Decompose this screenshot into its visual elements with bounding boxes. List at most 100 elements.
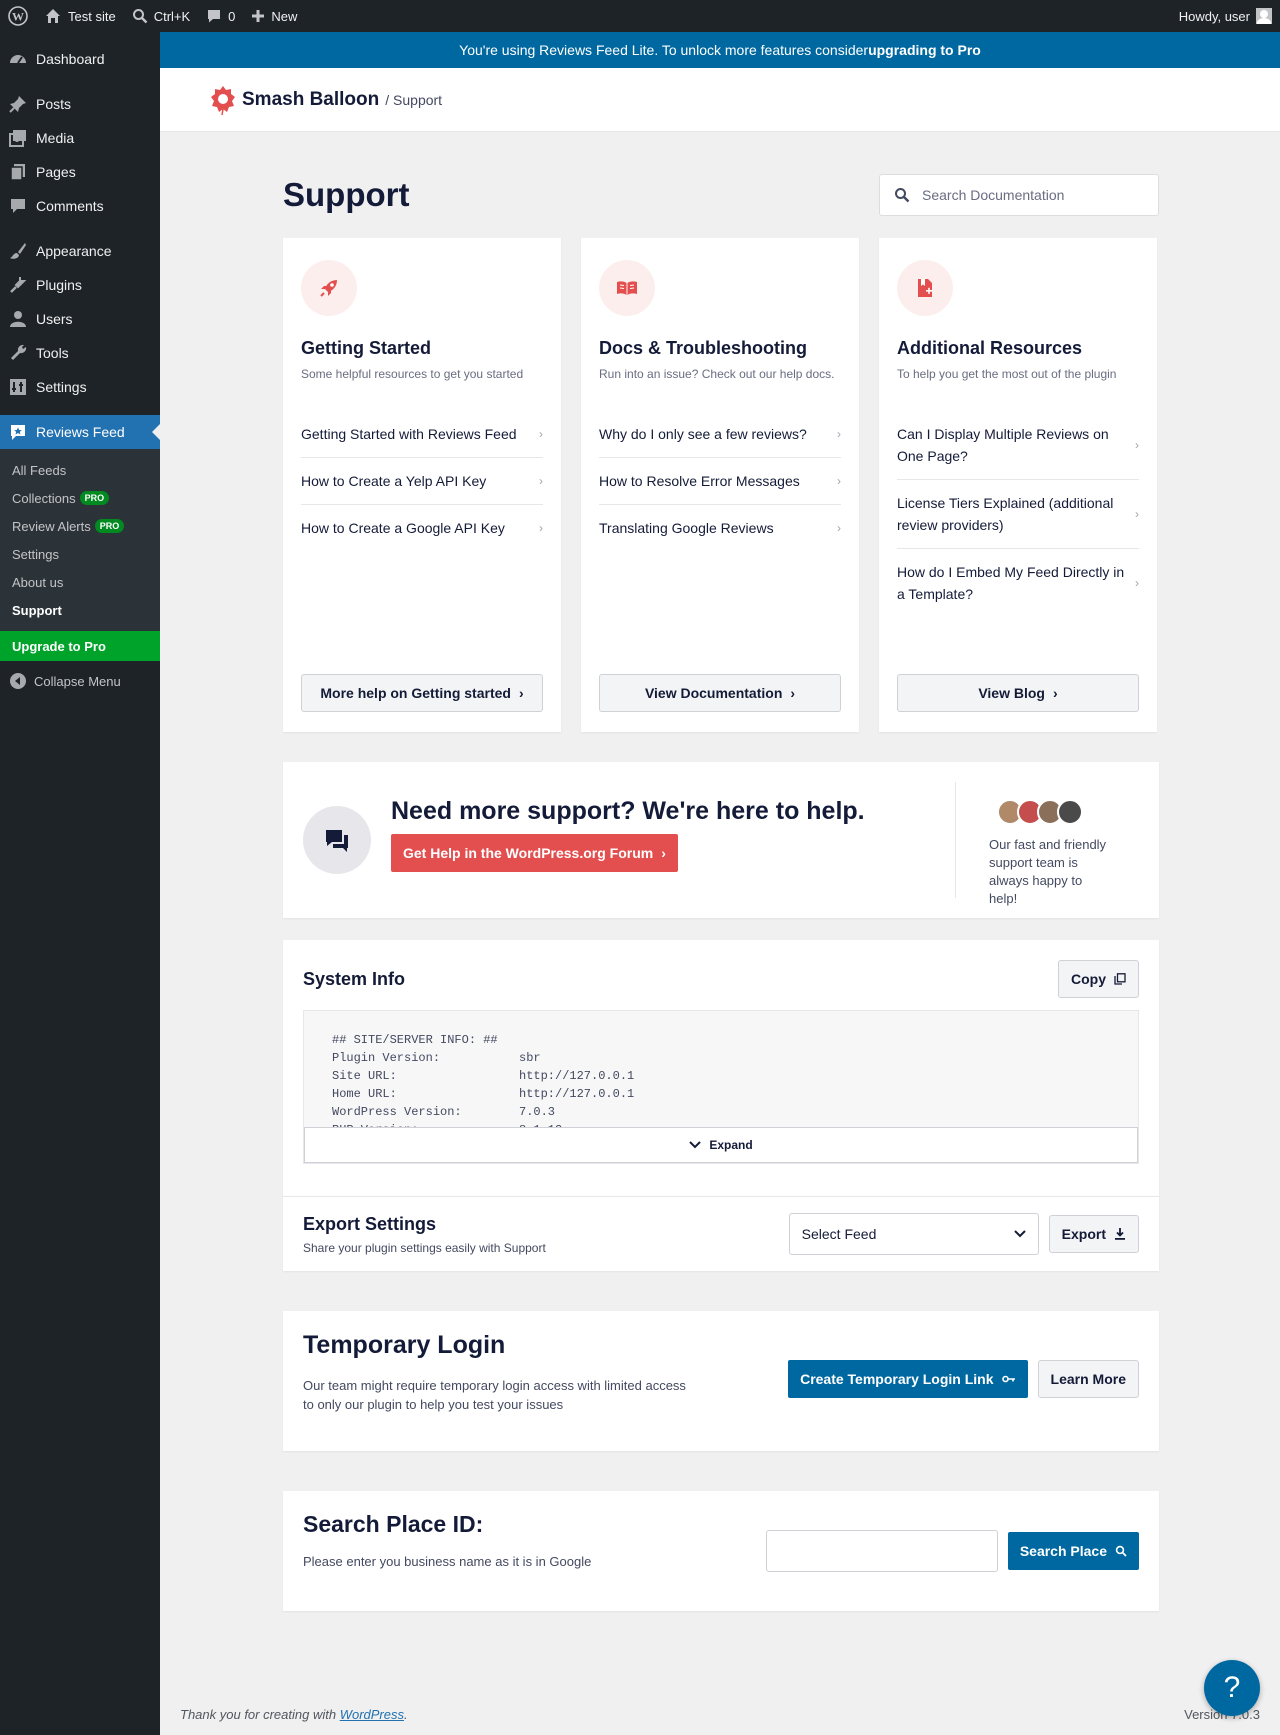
additional-resources-card: Additional Resources To help you get the… (879, 238, 1157, 732)
chevron-right-icon: › (790, 685, 796, 701)
search-icon (132, 9, 148, 24)
notice-text: You're using Reviews Feed Lite. To unloc… (459, 42, 869, 58)
chevron-down-icon (1013, 1230, 1026, 1238)
sidebar-item-media[interactable]: Media (0, 121, 160, 155)
main-area: You're using Reviews Feed Lite. To unloc… (160, 32, 1280, 1735)
chevron-right-icon: › (1135, 576, 1139, 590)
system-info-code: ## SITE/SERVER INFO: ## Plugin Version: s… (303, 1010, 1139, 1164)
system-info-title: System Info (303, 968, 406, 989)
chevron-right-icon: › (837, 427, 841, 441)
temporary-login-title: Temporary Login (303, 1331, 506, 1359)
wp-logo-menu[interactable]: W (0, 0, 36, 32)
card-link[interactable]: How to Create a Google API Key › (301, 505, 543, 551)
plug-icon (8, 275, 28, 295)
download-icon (1115, 1228, 1125, 1240)
export-button[interactable]: Export (1048, 1215, 1139, 1253)
sidebar-item-plugins[interactable]: Plugins (0, 268, 160, 302)
search-place-desc: Please enter you business name as it is … (303, 1554, 592, 1569)
upgrade-pro-link[interactable]: upgrading to Pro (868, 42, 981, 58)
card-link[interactable]: How to Resolve Error Messages › (599, 458, 841, 505)
bookmark-plus-icon (897, 260, 953, 316)
search-place-button[interactable]: Search Place (1007, 1532, 1139, 1570)
place-name-input[interactable] (765, 1530, 998, 1572)
book-icon (599, 260, 655, 316)
team-text: Our fast and friendly support team is al… (989, 837, 1107, 906)
copy-button[interactable]: Copy (1058, 960, 1139, 998)
collapse-menu-button[interactable]: Collapse Menu (0, 663, 160, 699)
submenu-about-us[interactable]: About us (0, 568, 160, 596)
card-subtitle: To help you get the most out of the plug… (897, 367, 1117, 381)
footer-thanks: Thank you for creating with WordPress. (180, 1707, 408, 1722)
create-temporary-login-button[interactable]: Create Temporary Login Link (788, 1360, 1028, 1398)
chevron-right-icon: › (837, 474, 841, 488)
card-link[interactable]: Why do I only see a few reviews? › (599, 411, 841, 458)
submenu-collections[interactable]: Collections PRO (0, 484, 160, 512)
search-place-title: Search Place ID: (303, 1511, 484, 1537)
sliders-icon (8, 377, 28, 397)
svg-text:W: W (12, 10, 24, 24)
submenu-review-alerts[interactable]: Review Alerts PRO (0, 512, 160, 540)
wordpress-link[interactable]: WordPress (340, 1707, 404, 1722)
chevron-right-icon: › (539, 427, 543, 441)
temporary-login-box: Temporary Login Our team might require t… (283, 1311, 1159, 1451)
chevron-right-icon: › (539, 474, 543, 488)
search-documentation (879, 174, 1159, 216)
sidebar-item-reviews-feed[interactable]: Reviews Feed (0, 415, 160, 449)
export-title: Export Settings (303, 1213, 437, 1234)
submenu-all-feeds[interactable]: All Feeds (0, 456, 160, 484)
wordpress-forum-button[interactable]: Get Help in the WordPress.org Forum › (391, 833, 678, 872)
sidebar-item-appearance[interactable]: Appearance (0, 234, 160, 268)
submenu-settings[interactable]: Settings (0, 540, 160, 568)
sidebar-item-posts[interactable]: Posts (0, 87, 160, 121)
new-content-menu[interactable]: New (243, 0, 305, 32)
expand-button[interactable]: Expand (304, 1127, 1138, 1163)
card-link[interactable]: How to Create a Yelp API Key › (301, 458, 543, 505)
search-documentation-input[interactable] (922, 187, 1122, 203)
card-link[interactable]: License Tiers Explained (additional revi… (897, 480, 1139, 549)
chevron-right-icon: › (1135, 507, 1139, 521)
chevron-right-icon: › (837, 521, 841, 535)
submenu-support[interactable]: Support (0, 596, 160, 624)
card-link[interactable]: Getting Started with Reviews Feed › (301, 411, 543, 458)
sidebar-item-settings[interactable]: Settings (0, 370, 160, 404)
key-icon (1001, 1375, 1015, 1383)
select-feed-dropdown[interactable]: Select Feed (788, 1213, 1039, 1255)
sidebar-item-dashboard[interactable]: Dashboard (0, 42, 160, 76)
card-title: Additional Resources (897, 338, 1083, 358)
site-name-menu[interactable]: Test site (36, 0, 124, 32)
more-help-getting-started-button[interactable]: More help on Getting started › (301, 674, 543, 712)
command-palette[interactable]: Ctrl+K (124, 0, 198, 32)
upgrade-to-pro-link[interactable]: Upgrade to Pro (0, 631, 160, 661)
sidebar-item-users[interactable]: Users (0, 302, 160, 336)
system-info-box: System Info Copy ## SITE/SERVER INFO: ##… (283, 940, 1159, 1196)
page-title: Support (283, 176, 410, 213)
collapse-arrow-icon (10, 673, 26, 689)
sidebar-item-tools[interactable]: Tools (0, 336, 160, 370)
card-link[interactable]: Translating Google Reviews › (599, 505, 841, 551)
my-account-menu[interactable]: Howdy, user (1171, 0, 1280, 32)
card-title: Getting Started (301, 338, 432, 358)
card-link[interactable]: How do I Embed My Feed Directly in a Tem… (897, 549, 1139, 617)
comments-count: 0 (228, 8, 236, 24)
chevron-down-icon (689, 1141, 702, 1149)
temporary-login-desc: Our team might require temporary login a… (303, 1378, 686, 1412)
card-link[interactable]: Can I Display Multiple Reviews on One Pa… (897, 411, 1139, 480)
sidebar-item-comments[interactable]: Comments (0, 189, 160, 223)
system-info-row: Plugin Version: sbr (332, 1051, 541, 1065)
comments-menu[interactable]: 0 (198, 0, 243, 32)
card-subtitle: Run into an issue? Check out our help do… (599, 367, 835, 381)
comment-icon (208, 10, 221, 23)
wrench-icon (8, 343, 28, 363)
search-icon (1115, 1545, 1127, 1557)
pages-icon (8, 162, 28, 182)
help-fab-button[interactable]: ? (1204, 1660, 1260, 1716)
team-avatars (997, 792, 1109, 832)
breadcrumb: / Support (385, 91, 443, 108)
reviews-icon (8, 422, 28, 442)
admin-bar: W Test site Ctrl+K 0 New Howdy, user (0, 0, 1280, 32)
view-blog-button[interactable]: View Blog › (897, 674, 1139, 712)
sidebar-item-pages[interactable]: Pages (0, 155, 160, 189)
learn-more-button[interactable]: Learn More (1037, 1360, 1139, 1398)
pro-badge: PRO (79, 491, 110, 505)
view-documentation-button[interactable]: View Documentation › (599, 674, 841, 712)
